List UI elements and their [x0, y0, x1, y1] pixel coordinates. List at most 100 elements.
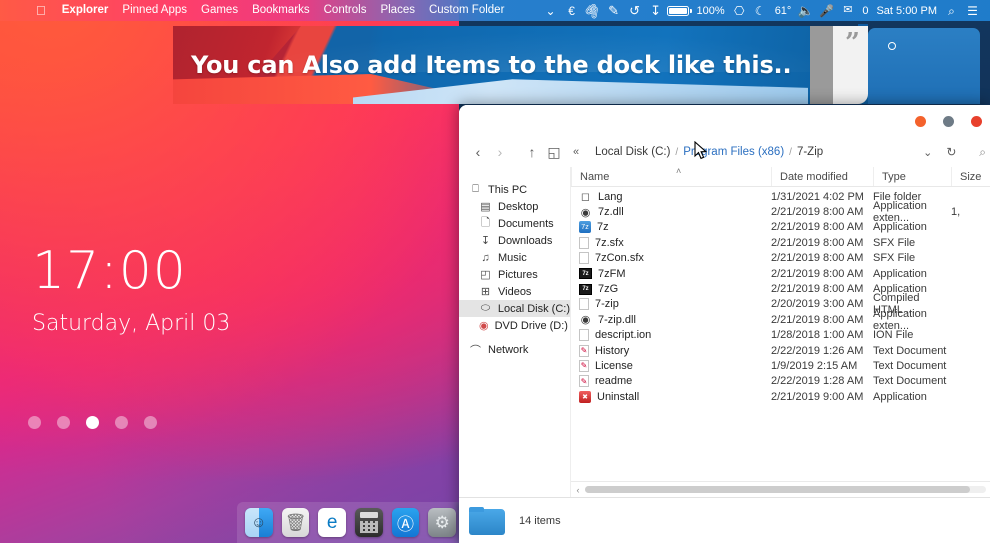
table-row[interactable]: ✖ Uninstall 2/21/2019 9:00 AM Application — [571, 389, 990, 404]
page-dot[interactable] — [144, 416, 157, 429]
sidebar-item-documents[interactable]: 🗋 Documents — [459, 215, 570, 232]
mail-count-badge: 0 — [862, 4, 869, 17]
breadcrumb-item-local-disk[interactable]: Local Disk (C:) — [591, 146, 674, 158]
table-row[interactable]: 7z.sfx 2/21/2019 8:00 AM SFX File — [571, 235, 990, 250]
table-row[interactable]: 7z 7zFM 2/21/2019 8:00 AM Application — [571, 266, 990, 281]
application-icon: 7z — [579, 221, 591, 234]
column-header-name[interactable]: Name — [571, 167, 771, 186]
menubar-clock[interactable]: Sat 5:00 PM — [873, 5, 940, 17]
table-row[interactable]: ◉ 7z.dll 2/21/2019 8:00 AM Application ex… — [571, 200, 990, 224]
back-button[interactable]: ‹ — [467, 141, 489, 163]
menu-item-custom-folder[interactable]: Custom Folder — [422, 0, 511, 21]
maximize-button[interactable] — [943, 116, 954, 127]
breadcrumb-item-7zip[interactable]: 7-Zip — [793, 146, 827, 158]
euro-currency-icon[interactable]: € — [562, 0, 581, 21]
blue-side-panel[interactable] — [868, 28, 980, 104]
desktop-icon: ▤ — [480, 201, 491, 213]
dock-item-settings[interactable]: ⚙ — [428, 508, 457, 537]
sidebar-item-network[interactable]: ⌒ Network — [459, 341, 570, 358]
explorer-titlebar[interactable] — [459, 105, 990, 137]
battery-percent-label: 100% — [696, 4, 725, 17]
sidebar-item-music[interactable]: ♫ Music — [459, 249, 570, 266]
mouse-cursor — [694, 141, 707, 160]
sidebar-item-videos[interactable]: ⊞ Videos — [459, 283, 570, 300]
menu-item-controls[interactable]: Controls — [317, 0, 374, 21]
breadcrumb-overflow-icon[interactable]: « — [565, 141, 587, 163]
file-date: 1/28/2018 1:00 AM — [771, 329, 864, 342]
file-date: 2/22/2019 1:26 AM — [771, 344, 864, 357]
sidebar-item-local-disk-c[interactable]: ⬭ Local Disk (C:) — [459, 300, 570, 317]
chevron-down-icon[interactable]: ⌄ — [541, 0, 560, 21]
menu-item-places[interactable]: Places — [373, 0, 422, 21]
page-dot-active[interactable] — [86, 416, 99, 429]
forward-button[interactable]: › — [489, 141, 511, 163]
column-header-type[interactable]: Type — [873, 167, 951, 186]
scroll-left-arrow[interactable]: ‹ — [571, 485, 585, 495]
mail-icon[interactable]: ✉ — [838, 0, 857, 21]
sidebar-item-desktop[interactable]: ▤ Desktop — [459, 198, 570, 215]
dock-item-app-store[interactable]: Ⓐ — [391, 508, 420, 537]
explorer-body: ⎕ This PC ▤ Desktop 🗋 Documents ↧ Downlo… — [459, 166, 990, 497]
menu-bar:  Explorer Pinned Apps Games Bookmarks C… — [0, 0, 990, 21]
menu-item-bookmarks[interactable]: Bookmarks — [245, 0, 317, 21]
column-header-date-modified[interactable]: Date modified — [771, 167, 873, 186]
display-icon[interactable]: ⎔ — [730, 0, 749, 21]
music-note-icon: ♫ — [481, 251, 490, 264]
volume-icon[interactable]: 🔈 — [796, 0, 815, 21]
sidebar-item-dvd-drive-d[interactable]: ◉ DVD Drive (D:) WIN — [459, 317, 570, 334]
microphone-icon[interactable]: 🎤 — [817, 0, 836, 21]
sidebar-item-downloads[interactable]: ↧ Downloads — [459, 232, 570, 249]
table-row[interactable]: ◉ 7-zip.dll 2/21/2019 8:00 AM Application… — [571, 308, 990, 332]
file-date: 2/21/2019 9:00 AM — [771, 390, 864, 403]
file-date: 2/21/2019 8:00 AM — [771, 267, 864, 280]
search-icon[interactable]: ⌕ — [979, 145, 986, 160]
sidebar-item-this-pc[interactable]: ⎕ This PC — [459, 181, 570, 198]
table-row[interactable]: ✎ License 1/9/2019 2:15 AM Text Document — [571, 358, 990, 373]
paperclip-icon[interactable]: 🖇 — [579, 0, 605, 24]
file-type: ION File — [873, 329, 914, 342]
dock-item-trash[interactable]: 🗑 — [281, 508, 310, 537]
search-icon[interactable]: ⌕ — [942, 0, 961, 21]
battery-icon[interactable] — [667, 0, 692, 21]
folder-icon[interactable]: ◱ — [543, 141, 565, 163]
download-icon[interactable]: ↧ — [646, 0, 665, 21]
pencil-icon[interactable]: ✎ — [604, 0, 623, 21]
menu-item-explorer[interactable]: Explorer — [55, 0, 116, 21]
table-row[interactable]: 7zCon.sfx 2/21/2019 8:00 AM SFX File — [571, 251, 990, 266]
menu-item-games[interactable]: Games — [194, 0, 245, 21]
sidebar-item-pictures[interactable]: ◰ Pictures — [459, 266, 570, 283]
scrollbar-track[interactable] — [585, 486, 986, 493]
minimize-button[interactable] — [915, 116, 926, 127]
close-button[interactable] — [971, 116, 982, 127]
explorer-status-bar: 14 items — [459, 497, 990, 543]
explorer-sidebar: ⎕ This PC ▤ Desktop 🗋 Documents ↧ Downlo… — [459, 167, 571, 497]
control-center-icon[interactable]: ☰ — [963, 0, 982, 21]
page-dot[interactable] — [57, 416, 70, 429]
menu-item-pinned-apps[interactable]: Pinned Apps — [115, 0, 194, 21]
sidebar-item-label: This PC — [488, 183, 528, 196]
table-row[interactable]: descript.ion 1/28/2018 1:00 AM ION File — [571, 328, 990, 343]
file-type: SFX File — [873, 252, 916, 265]
dock-item-calculator[interactable] — [355, 508, 383, 537]
table-row[interactable]: ✎ History 2/22/2019 1:26 AM Text Document — [571, 343, 990, 358]
history-clock-icon[interactable]: ↺ — [625, 0, 644, 21]
dock-item-edge[interactable]: ‮e — [318, 508, 347, 537]
page-dot[interactable] — [115, 416, 128, 429]
up-button[interactable]: ↑ — [521, 141, 543, 163]
generic-file-icon — [579, 236, 589, 249]
breadcrumb-dropdown-icon[interactable]: ⌄ — [923, 146, 932, 159]
table-row[interactable]: ✎ readme 2/22/2019 1:28 AM Text Document — [571, 374, 990, 389]
file-name: License — [595, 359, 633, 372]
apple-logo-icon[interactable]:  — [36, 4, 46, 17]
banner-text: You can Also add Items to the dock like … — [191, 51, 792, 79]
horizontal-scrollbar[interactable]: ‹ — [571, 481, 990, 497]
column-header-size[interactable]: Size — [951, 167, 990, 186]
picture-icon: ◰ — [480, 269, 491, 281]
table-row[interactable]: 7z 7z 2/21/2019 8:00 AM Application — [571, 220, 990, 235]
moon-icon[interactable]: ☾ — [751, 0, 770, 21]
scrollbar-thumb[interactable] — [585, 486, 970, 493]
dock-item-finder[interactable]: ☺ — [245, 508, 273, 537]
page-dot[interactable] — [28, 416, 41, 429]
reload-icon[interactable]: ↻ — [946, 145, 956, 159]
